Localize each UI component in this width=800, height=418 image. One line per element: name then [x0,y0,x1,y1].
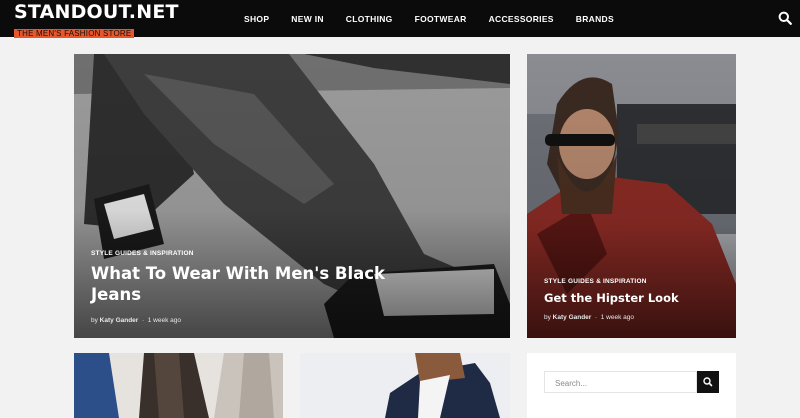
post-author[interactable]: Katy Gander [100,317,139,324]
nav-item-shop[interactable]: SHOP [244,14,269,24]
post-byline: by Katy Gander · 1 week ago [544,314,634,321]
site-header: STANDOUT.NET THE MEN'S FASHION STORE SHO… [0,0,800,38]
search-icon[interactable] [778,11,792,25]
search-submit-button[interactable] [697,371,719,393]
side-post-meta: STYLE GUIDES & INSPIRATION Get the Hipst… [544,278,724,321]
nav-item-accessories[interactable]: ACCESSORIES [489,14,554,24]
post-thumbnail-image [74,353,283,418]
post-date: 1 week ago [600,314,634,321]
featured-post-meta: STYLE GUIDES & INSPIRATION What To Wear … [91,250,391,324]
post-category[interactable]: STYLE GUIDES & INSPIRATION [544,278,724,285]
logo-tagline: THE MEN'S FASHION STORE [14,29,135,38]
post-thumbnail[interactable] [74,353,283,418]
post-title[interactable]: Get the Hipster Look [544,291,724,306]
post-byline: by Katy Gander · 1 week ago [91,317,181,324]
side-post-card[interactable]: STYLE GUIDES & INSPIRATION Get the Hipst… [527,54,736,338]
post-title[interactable]: What To Wear With Men's Black Jeans [91,263,391,305]
post-thumbnail-image [300,353,510,418]
logo-title: STANDOUT.NET [14,1,179,23]
nav-item-new-in[interactable]: NEW IN [291,14,324,24]
featured-post-card[interactable]: STYLE GUIDES & INSPIRATION What To Wear … [74,54,510,338]
search-input[interactable]: Search... [544,371,697,393]
post-category[interactable]: STYLE GUIDES & INSPIRATION [91,250,391,257]
nav-item-footwear[interactable]: FOOTWEAR [415,14,467,24]
post-author[interactable]: Katy Gander [553,314,592,321]
post-thumbnail[interactable] [300,353,510,418]
nav-item-clothing[interactable]: CLOTHING [346,14,393,24]
site-logo[interactable]: STANDOUT.NET THE MEN'S FASHION STORE [14,2,179,41]
main-nav: SHOP NEW IN CLOTHING FOOTWEAR ACCESSORIE… [244,0,614,37]
post-date: 1 week ago [147,317,181,324]
nav-item-brands[interactable]: BRANDS [576,14,614,24]
sidebar-search-widget: Search... [527,353,736,418]
search-icon [703,377,713,387]
